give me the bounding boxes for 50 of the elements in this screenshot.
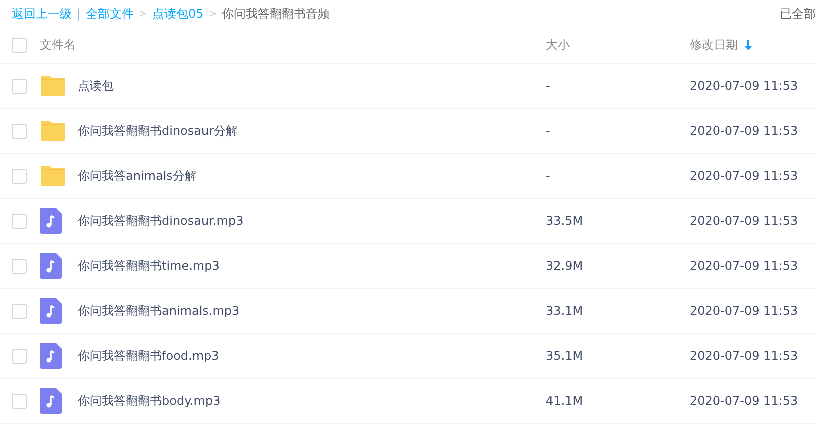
row-checkbox[interactable] bbox=[12, 348, 27, 364]
select-all-checkbox[interactable] bbox=[12, 38, 27, 53]
row-checkbox[interactable] bbox=[12, 258, 27, 274]
file-size: 35.1M bbox=[546, 349, 584, 363]
load-status: 已全部 bbox=[780, 6, 816, 22]
row-checkbox[interactable] bbox=[12, 394, 27, 408]
column-header[interactable]: 修改日期 bbox=[690, 37, 738, 54]
column-header[interactable]: 文件名 bbox=[40, 38, 76, 52]
file-name[interactable]: 你问我答翻翻书time.mp3 bbox=[78, 258, 220, 272]
file-name[interactable]: 你问我答翻翻书body.mp3 bbox=[78, 394, 221, 408]
music-file-icon bbox=[40, 253, 62, 279]
folder-icon bbox=[40, 165, 66, 187]
modified-date: 2020-07-09 11:53 bbox=[690, 259, 798, 273]
modified-date: 2020-07-09 11:53 bbox=[690, 124, 798, 138]
file-name[interactable]: 你问我答翻翻书dinosaur分解 bbox=[78, 124, 238, 138]
column-header[interactable]: 大小 bbox=[546, 38, 570, 52]
modified-date: 2020-07-09 11:53 bbox=[690, 79, 798, 93]
folder-icon bbox=[40, 120, 66, 142]
file-size: - bbox=[546, 124, 550, 138]
modified-date: 2020-07-09 11:53 bbox=[690, 214, 798, 228]
folder-icon bbox=[40, 75, 66, 97]
row-checkbox[interactable] bbox=[12, 214, 27, 228]
file-size: 32.9M bbox=[546, 259, 584, 273]
modified-date: 2020-07-09 11:53 bbox=[690, 304, 798, 318]
music-file-icon bbox=[40, 208, 62, 234]
file-name[interactable]: 点读包 bbox=[78, 78, 114, 92]
modified-date: 2020-07-09 11:53 bbox=[690, 169, 798, 183]
file-name[interactable]: 你问我答翻翻书food.mp3 bbox=[78, 348, 220, 362]
row-checkbox[interactable] bbox=[12, 124, 27, 138]
modified-date: 2020-07-09 11:53 bbox=[690, 349, 798, 363]
file-size: 33.5M bbox=[546, 214, 584, 228]
row-checkbox[interactable] bbox=[12, 304, 27, 318]
music-file-icon bbox=[40, 343, 62, 369]
sort-down-icon[interactable] bbox=[744, 40, 753, 51]
breadcrumb-current: 你问我答翻翻书音频 bbox=[222, 6, 330, 22]
file-name[interactable]: 你问我答翻翻书dinosaur.mp3 bbox=[78, 214, 244, 228]
file-size: 41.1M bbox=[546, 394, 584, 408]
file-name[interactable]: 你问我答翻翻书animals.mp3 bbox=[78, 304, 240, 318]
music-file-icon bbox=[40, 388, 62, 414]
music-file-icon bbox=[40, 298, 62, 324]
file-size: - bbox=[546, 169, 550, 183]
file-size: - bbox=[546, 79, 550, 93]
separator: | bbox=[77, 7, 82, 21]
breadcrumb-arrow: > bbox=[139, 8, 148, 20]
file-name[interactable]: 你问我答animals分解 bbox=[78, 168, 197, 182]
row-checkbox[interactable] bbox=[12, 78, 27, 94]
modified-date: 2020-07-09 11:53 bbox=[690, 394, 798, 408]
breadcrumb-arrow: > bbox=[208, 8, 218, 20]
row-checkbox[interactable] bbox=[12, 168, 27, 184]
file-size: 33.1M bbox=[546, 304, 584, 318]
